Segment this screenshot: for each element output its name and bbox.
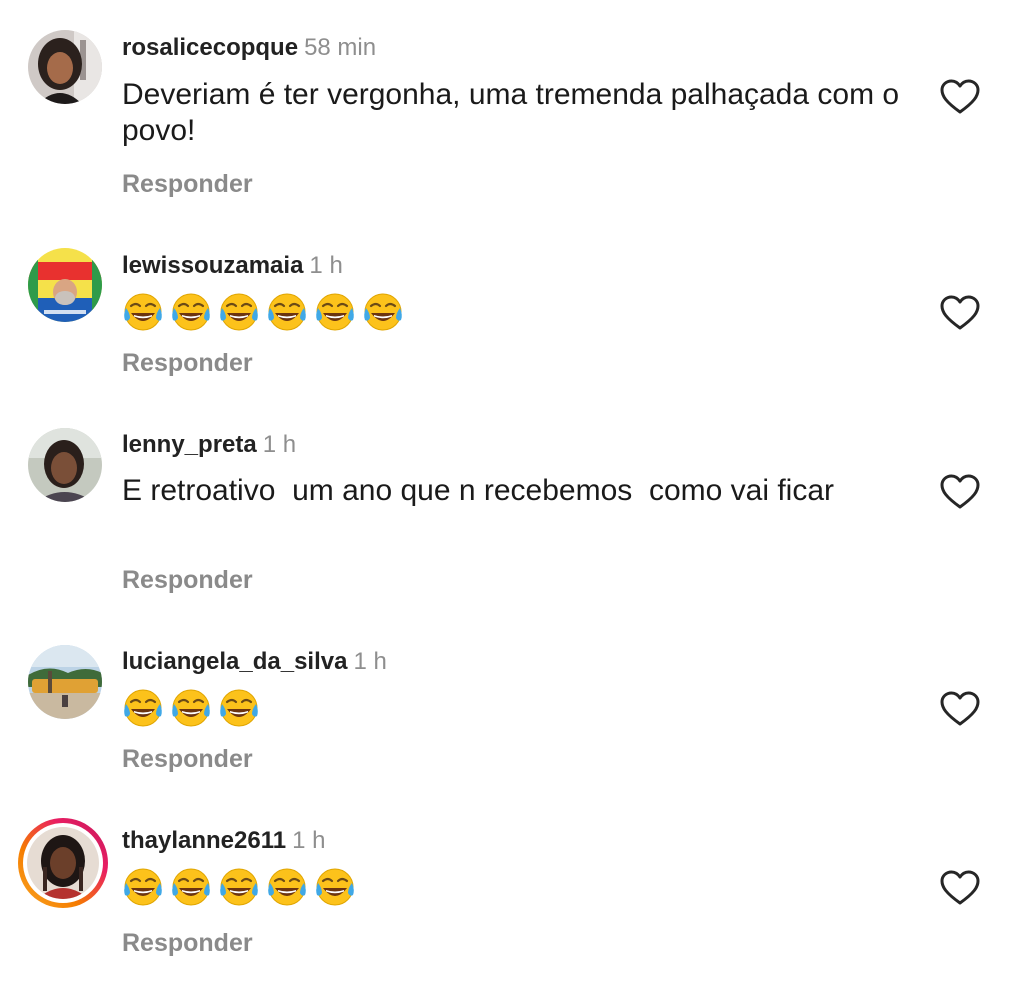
username[interactable]: thaylanne2611 bbox=[122, 827, 286, 854]
face-with-tears-of-joy-icon bbox=[314, 866, 356, 908]
face-with-tears-of-joy-icon bbox=[122, 291, 164, 333]
comment-text: E retroativo um ano que n recebemos como… bbox=[122, 474, 835, 507]
reply-button[interactable]: Responder bbox=[122, 349, 253, 378]
avatar[interactable] bbox=[28, 30, 102, 104]
face-with-tears-of-joy-icon bbox=[122, 866, 164, 908]
timestamp: 1 h bbox=[309, 252, 343, 279]
avatar[interactable] bbox=[28, 428, 102, 502]
avatar[interactable] bbox=[28, 645, 102, 719]
face-with-tears-of-joy-icon bbox=[266, 866, 308, 908]
avatar bbox=[27, 827, 99, 899]
comment-header: thaylanne2611 1 h bbox=[122, 826, 325, 856]
heart-icon[interactable] bbox=[940, 474, 980, 510]
face-with-tears-of-joy-icon bbox=[218, 687, 260, 729]
face-with-tears-of-joy-icon bbox=[266, 291, 308, 333]
timestamp: 1 h bbox=[292, 827, 326, 854]
heart-icon[interactable] bbox=[940, 295, 980, 331]
story-ring-gap bbox=[23, 823, 103, 903]
avatar-story-ring[interactable] bbox=[18, 818, 108, 908]
reply-button[interactable]: Responder bbox=[122, 745, 253, 774]
face-with-tears-of-joy-icon bbox=[122, 687, 164, 729]
comment-header: lewissouzamaia 1 h bbox=[122, 251, 343, 281]
face-with-tears-of-joy-icon bbox=[314, 291, 356, 333]
comment-header: rosalicecopque 58 min bbox=[122, 33, 376, 63]
timestamp: 1 h bbox=[262, 431, 297, 458]
reply-button[interactable]: Responder bbox=[122, 170, 253, 199]
heart-icon[interactable] bbox=[940, 870, 980, 906]
avatar[interactable] bbox=[28, 248, 102, 322]
face-with-tears-of-joy-icon bbox=[218, 866, 260, 908]
timestamp: 1 h bbox=[353, 648, 387, 675]
username[interactable]: lenny_preta bbox=[122, 431, 257, 458]
emoji-row bbox=[122, 687, 260, 731]
face-with-tears-of-joy-icon bbox=[218, 291, 260, 333]
comment-header: lenny_preta 1 h bbox=[122, 430, 296, 460]
face-with-tears-of-joy-icon bbox=[170, 291, 212, 333]
face-with-tears-of-joy-icon bbox=[170, 866, 212, 908]
emoji-row bbox=[122, 866, 356, 910]
timestamp: 58 min bbox=[304, 34, 377, 61]
face-with-tears-of-joy-icon bbox=[170, 687, 212, 729]
reply-button[interactable]: Responder bbox=[122, 566, 253, 595]
comment-header: luciangela_da_silva 1 h bbox=[122, 647, 387, 677]
username[interactable]: luciangela_da_silva bbox=[122, 648, 347, 675]
reply-button[interactable]: Responder bbox=[122, 929, 253, 958]
heart-icon[interactable] bbox=[940, 691, 980, 727]
username[interactable]: rosalicecopque bbox=[122, 34, 298, 61]
face-with-tears-of-joy-icon bbox=[362, 291, 404, 333]
comment-text: Deveriam é ter vergonha, uma tremenda pa… bbox=[122, 78, 900, 147]
heart-icon[interactable] bbox=[940, 79, 980, 115]
emoji-row bbox=[122, 291, 404, 335]
username[interactable]: lewissouzamaia bbox=[122, 252, 303, 279]
